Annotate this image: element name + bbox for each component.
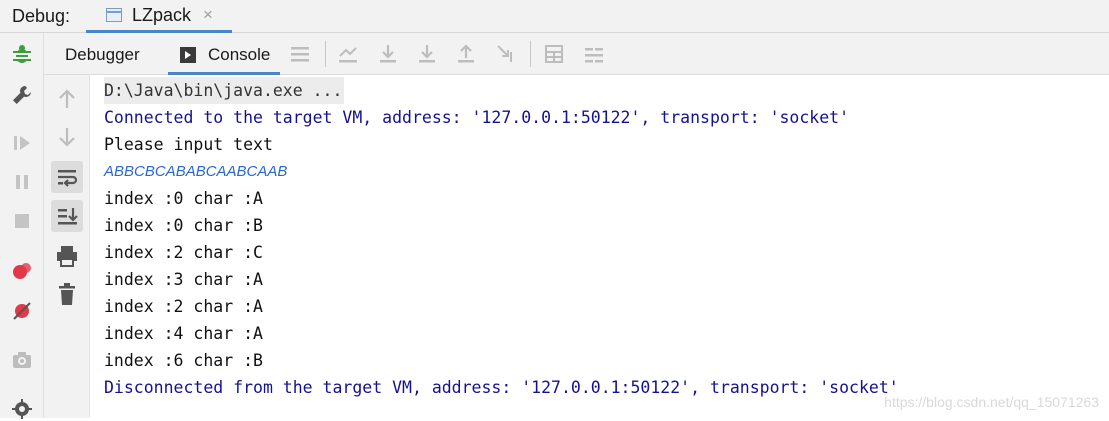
scroll-to-end-icon[interactable] [51,200,83,232]
console-line: ABBCBCABABCAABCAAB [104,163,288,180]
arrow-up-icon[interactable] [51,83,83,115]
mute-breakpoints-icon[interactable] [10,299,34,323]
camera-icon[interactable] [10,348,34,372]
wrench-icon[interactable] [10,83,34,107]
toolbar-separator [325,41,326,67]
step-out-icon[interactable] [454,42,478,66]
console-line: index :2 char :C [104,243,263,262]
tab-console[interactable]: Console [168,33,280,75]
console-line: Please input text [104,135,273,154]
step-into-icon[interactable] [415,42,439,66]
console-line: D:\Java\bin\java.exe ... [104,77,345,104]
console-icon [180,47,196,63]
trace-current-stream-icon[interactable] [582,42,606,66]
debug-toolbar: Debugger Console [44,33,1109,75]
debug-tool-window-header: Debug: LZpack × [0,0,1109,33]
console-line: index :0 char :B [104,216,263,235]
console-line: index :0 char :A [104,189,263,208]
step-over-icon[interactable] [376,42,400,66]
console-line: index :3 char :A [104,270,263,289]
console-line: index :4 char :A [104,324,263,343]
toolbar-separator [530,41,531,67]
console-output[interactable]: D:\Java\bin\java.exe ... Connected to th… [90,75,1109,418]
console-line: Connected to the target VM, address: '12… [104,108,850,127]
console-line: Disconnected from the target VM, address… [104,378,899,397]
tab-debugger-label: Debugger [65,45,140,64]
pause-icon[interactable] [10,170,34,194]
resume-icon[interactable] [10,131,34,155]
tab-lzpack[interactable]: LZpack × [86,0,232,33]
menu-icon[interactable] [288,42,312,66]
soft-wrap-icon[interactable] [51,161,83,193]
debug-label: Debug: [12,6,71,26]
arrow-down-icon[interactable] [51,121,83,153]
show-execution-point-icon[interactable] [336,42,360,66]
console-line: index :6 char :B [104,351,263,370]
tab-console-label: Console [208,45,271,64]
run-config-icon [106,8,122,22]
close-tab-icon[interactable]: × [203,5,213,25]
console-line: index :2 char :A [104,297,263,316]
stop-icon[interactable] [10,209,34,233]
console-gutter [44,75,90,418]
watermark: https://blog.csdn.net/qq_15071263 [884,394,1099,410]
print-icon[interactable] [51,240,83,272]
tab-label: LZpack [132,5,192,25]
debug-actions-sidebar [0,33,44,421]
view-breakpoints-icon[interactable] [10,259,34,283]
bug-icon[interactable] [10,43,34,67]
gear-icon[interactable] [10,397,34,421]
evaluate-expression-icon[interactable] [542,42,566,66]
run-to-cursor-icon[interactable] [494,42,518,66]
tab-debugger[interactable]: Debugger [52,33,156,75]
clear-all-icon[interactable] [51,278,83,310]
